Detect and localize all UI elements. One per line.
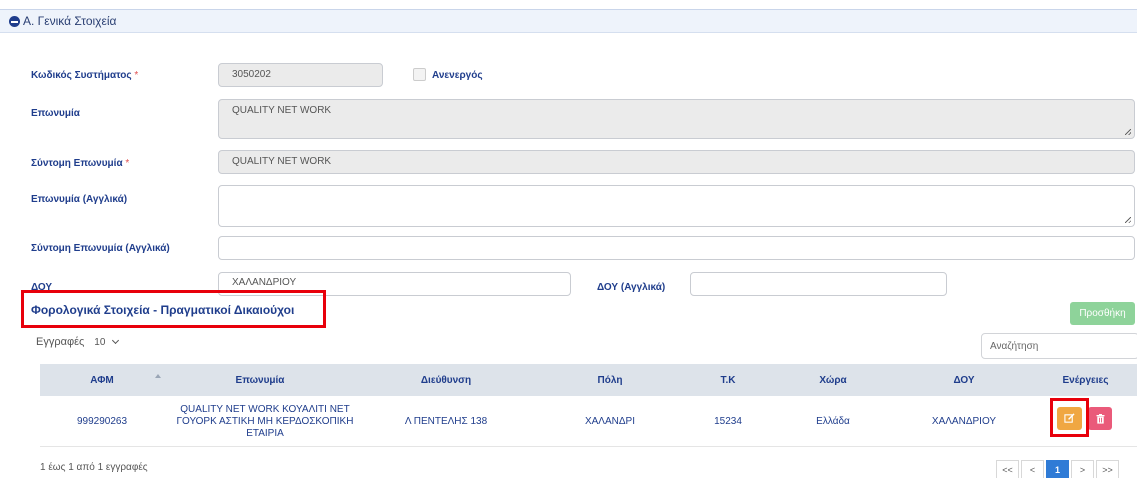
pager-page-1[interactable]: 1: [1046, 460, 1069, 478]
entries-selector[interactable]: Εγγραφές 10: [36, 336, 120, 348]
chevron-down-icon: [112, 336, 120, 345]
system-code-value: 3050202: [232, 69, 271, 80]
system-code-label: Κωδικός Συστήματος *: [31, 70, 138, 81]
entries-value: 10: [94, 336, 106, 348]
short-name-field[interactable]: QUALITY NET WORK: [218, 150, 1135, 174]
col-address-header[interactable]: Διεύθυνση: [356, 364, 536, 396]
doy-en-label: ΔΟΥ (Αγγλικά): [597, 282, 666, 293]
short-name-label-text: Σύντομη Επωνυμία: [31, 158, 123, 169]
edit-highlight-box: [1050, 398, 1089, 437]
table-header: ΑΦΜ Επωνυμία Διεύθυνση Πόλη Τ.Κ Χώρα ΔΟΥ…: [40, 364, 1137, 396]
entries-label: Εγγραφές: [36, 336, 85, 348]
short-name-en-field[interactable]: [218, 236, 1135, 260]
cell-name: QUALITY NET WORK ΚΟΥΑΛΙΤΙ ΝΕΤ ΓΟΥΟΡΚ ΑΣΤ…: [176, 403, 354, 439]
section-title: Α. Γενικά Στοιχεία: [23, 14, 117, 28]
pager-last[interactable]: >>: [1096, 460, 1119, 478]
section-header[interactable]: Α. Γενικά Στοιχεία: [0, 9, 1137, 33]
required-mark: *: [134, 70, 139, 81]
name-en-textarea[interactable]: [218, 185, 1135, 227]
col-afm-header-text: ΑΦΜ: [90, 374, 114, 386]
inactive-label: Ανενεργός: [432, 70, 483, 81]
col-city-header[interactable]: Πόλη: [536, 364, 684, 396]
add-button[interactable]: Προσθήκη: [1070, 302, 1135, 325]
col-actions-header: Ενέργειες: [1062, 374, 1109, 386]
pager-next[interactable]: >: [1071, 460, 1094, 478]
pager-prev[interactable]: <: [1021, 460, 1044, 478]
col-afm-header[interactable]: ΑΦΜ: [40, 364, 164, 396]
cell-country: Ελλάδα: [816, 415, 850, 427]
cell-afm: 999290263: [76, 415, 128, 427]
col-country-header[interactable]: Χώρα: [772, 364, 894, 396]
pagination: << < 1 > >>: [996, 460, 1119, 478]
col-doy-header[interactable]: ΔΟΥ: [894, 364, 1034, 396]
required-mark: *: [125, 158, 130, 169]
short-name-en-label: Σύντομη Επωνυμία (Αγγλικά): [31, 243, 170, 254]
name-en-label: Επωνυμία (Αγγλικά): [31, 194, 128, 205]
short-name-value: QUALITY NET WORK: [232, 156, 332, 167]
search-placeholder: Αναζήτηση: [990, 341, 1039, 352]
cell-postal: 15234: [714, 415, 742, 427]
name-value: QUALITY NET WORK: [232, 105, 332, 116]
delete-button[interactable]: [1088, 407, 1112, 430]
sort-asc-icon: [155, 374, 161, 378]
records-info: 1 έως 1 από 1 εγγραφές: [40, 462, 148, 473]
system-code-label-text: Κωδικός Συστήματος: [31, 70, 132, 81]
search-input[interactable]: Αναζήτηση: [981, 333, 1137, 359]
cell-doy: ΧΑΛΑΝΔΡΙΟΥ: [931, 415, 997, 427]
table-row: 999290263 QUALITY NET WORK ΚΟΥΑΛΙΤΙ ΝΕΤ …: [40, 396, 1137, 447]
short-name-label: Σύντομη Επωνυμία *: [31, 158, 129, 169]
cell-city: ΧΑΛΑΝΔΡΙ: [584, 415, 636, 427]
cell-address: Λ ΠΕΝΤΕΛΗΣ 138: [404, 415, 488, 427]
name-textarea[interactable]: QUALITY NET WORK: [218, 99, 1135, 139]
doy-en-field[interactable]: [690, 272, 947, 296]
system-code-field[interactable]: 3050202: [218, 63, 383, 87]
col-postal-header[interactable]: Τ.Κ: [684, 364, 772, 396]
collapse-minus-icon[interactable]: [9, 15, 20, 27]
inactive-checkbox[interactable]: [413, 68, 426, 81]
trash-icon: [1096, 413, 1104, 424]
doy-value: ΧΑΛΑΝΔΡΙΟΥ: [232, 277, 297, 288]
name-label: Επωνυμία: [31, 108, 80, 119]
title-highlight-box: [21, 290, 326, 328]
pager-first[interactable]: <<: [996, 460, 1019, 478]
col-name-header[interactable]: Επωνυμία: [164, 364, 356, 396]
